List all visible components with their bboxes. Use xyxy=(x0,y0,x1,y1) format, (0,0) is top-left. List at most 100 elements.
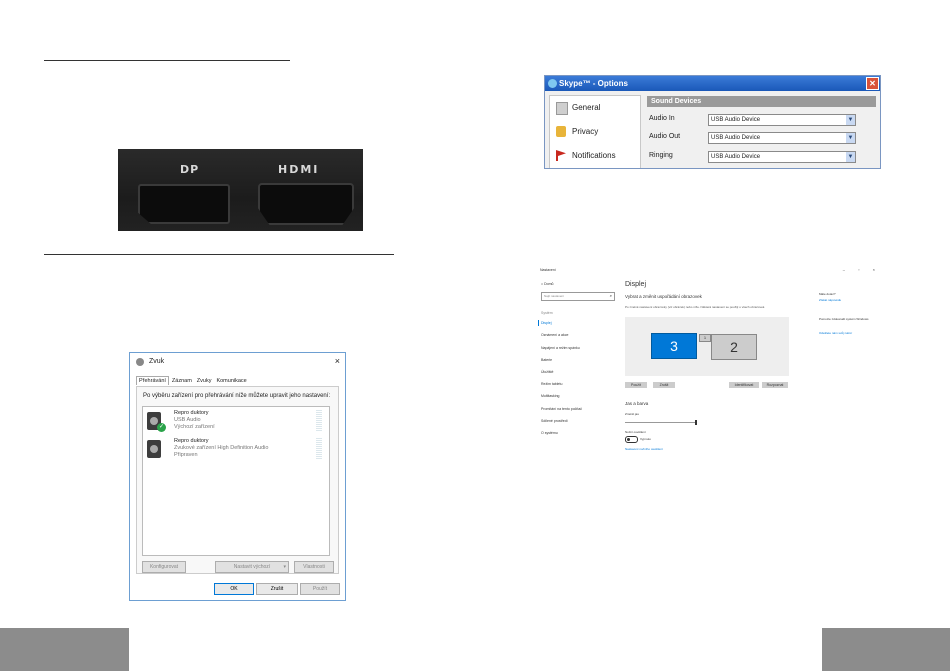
device-item[interactable]: ✓ Repro duktory USB Audio Výchozí zaříze… xyxy=(147,410,322,436)
night-light-settings-link[interactable]: Nastavení nočního osvětlení xyxy=(625,447,663,451)
display-1[interactable]: 1 xyxy=(699,334,711,342)
night-light-label: Noční osvětlení xyxy=(625,430,646,434)
sound-dialog: Zvuk × Přehrávání Záznam Zvuky Komunikace P… xyxy=(129,352,346,601)
apply-button[interactable]: Použít xyxy=(300,583,340,595)
sound-dialog-title-text: Zvuk xyxy=(149,358,165,365)
audio-out-select[interactable]: USB Audio Device ▼ xyxy=(708,132,856,144)
arrange-hint: Po změně nastavení obrazovky (viz obráze… xyxy=(625,305,766,309)
audio-out-label: Audio Out xyxy=(649,133,681,140)
aside-question: Máte dotaz? xyxy=(819,292,836,296)
skype-title-bar: Skype™ - Options ✕ xyxy=(545,76,880,91)
level-meter xyxy=(316,438,322,460)
nav-storage[interactable]: Úložiště xyxy=(541,370,553,374)
general-icon xyxy=(556,102,568,115)
toggle-knob xyxy=(627,438,630,441)
settings-search[interactable]: Najít nastavení ⌕ xyxy=(541,292,615,301)
playback-description: Po výběru zařízení pro přehrávání níže m… xyxy=(143,393,331,399)
device-name: Repro duktory xyxy=(174,438,209,444)
help-link[interactable]: Získat nápovědu xyxy=(819,298,841,302)
device-text: Repro duktory USB Audio Výchozí zařízení xyxy=(174,410,215,431)
ok-button[interactable]: OK xyxy=(214,583,254,595)
nav-privacy-label: Privacy xyxy=(572,127,599,136)
close-icon[interactable]: × xyxy=(335,356,340,366)
tab-communication[interactable]: Komunikace xyxy=(214,377,248,385)
chevron-down-icon: ▼ xyxy=(846,115,855,125)
system-group-label: Systém xyxy=(541,311,553,315)
playback-panel: Po výběru zařízení pro přehrávání níže m… xyxy=(136,386,339,574)
speaker-icon xyxy=(147,440,161,458)
nav-power[interactable]: Napájení a režim spánku xyxy=(541,346,580,350)
properties-button[interactable]: Vlastnosti xyxy=(294,561,334,573)
tab-sounds[interactable]: Zvuky xyxy=(195,377,214,385)
nav-projecting[interactable]: Promítání na tento počítač xyxy=(541,407,582,411)
device-type: Zvukové zařízení High Definition Audio xyxy=(174,445,269,451)
brightness-title: Jas a barva xyxy=(625,401,649,406)
configure-button[interactable]: Konfigurovat xyxy=(142,561,186,573)
nav-battery[interactable]: Baterie xyxy=(541,358,552,362)
display-settings-window: Nastavení – ▫ × ⌂ Domů Najít nastavení ⌕… xyxy=(533,261,887,461)
audio-in-select[interactable]: USB Audio Device ▼ xyxy=(708,114,856,126)
nav-active-marker xyxy=(538,320,539,326)
detect-button[interactable]: Rozpoznat xyxy=(762,382,788,388)
device-item[interactable]: Repro duktory Zvukové zařízení High Defi… xyxy=(147,438,322,464)
nav-display[interactable]: Displej xyxy=(541,321,552,325)
slider-thumb[interactable] xyxy=(695,420,697,425)
sound-devices-header: Sound Devices xyxy=(647,96,876,107)
level-meter xyxy=(316,410,322,432)
chevron-down-icon: ▼ xyxy=(846,133,855,143)
dp-port xyxy=(138,184,230,224)
lock-icon xyxy=(556,126,566,137)
device-status: Výchozí zařízení xyxy=(174,424,215,430)
chevron-down-icon: ▾ xyxy=(283,564,286,570)
cancel-button[interactable]: Zrušit xyxy=(653,382,675,388)
search-icon: ⌕ xyxy=(609,293,612,298)
nav-notifications[interactable]: Notifications xyxy=(550,144,640,168)
nav-privacy[interactable]: Privacy xyxy=(550,120,640,144)
home-label: Domů xyxy=(544,282,554,286)
nav-notifications[interactable]: Oznámení a akce xyxy=(541,333,568,337)
nav-shared[interactable]: Sdílené prostředí xyxy=(541,419,568,423)
window-controls: – ▫ × xyxy=(842,267,881,272)
flag-icon xyxy=(556,150,566,161)
tab-playback[interactable]: Přehrávání xyxy=(136,376,169,385)
audio-out-value: USB Audio Device xyxy=(711,135,761,141)
identify-button[interactable]: Identifikovat xyxy=(729,382,759,388)
apply-button[interactable]: Použít xyxy=(625,382,647,388)
display-arrangement: 3 1 2 xyxy=(625,317,789,376)
ringing-select[interactable]: USB Audio Device ▼ xyxy=(708,151,856,163)
ringing-label: Ringing xyxy=(649,152,673,159)
skype-logo-icon xyxy=(548,79,557,88)
nav-general-label: General xyxy=(572,103,601,112)
nav-general[interactable]: General xyxy=(550,96,640,120)
page-title: Displej xyxy=(625,281,647,288)
device-text: Repro duktory Zvukové zařízení High Defi… xyxy=(174,438,268,459)
dp-label: DP xyxy=(180,163,200,176)
display-2[interactable]: 2 xyxy=(711,334,757,360)
hdmi-port xyxy=(258,183,354,225)
night-light-toggle[interactable] xyxy=(625,436,638,443)
settings-window-title: Nastavení xyxy=(540,268,556,272)
tab-recording[interactable]: Záznam xyxy=(170,377,194,385)
brightness-slider[interactable] xyxy=(625,420,697,425)
close-icon[interactable]: ✕ xyxy=(866,77,879,90)
set-default-button[interactable]: Nastavit výchozí ▾ xyxy=(215,561,289,573)
nav-about[interactable]: O systému xyxy=(541,431,558,435)
hdmi-label: HDMI xyxy=(278,163,320,176)
audio-in-value: USB Audio Device xyxy=(711,117,761,123)
home-link[interactable]: ⌂ Domů xyxy=(541,282,553,286)
speaker-icon xyxy=(136,358,144,366)
check-icon: ✓ xyxy=(157,423,166,432)
device-status: Připraven xyxy=(174,452,198,458)
brightness-label: Změnit jas xyxy=(625,412,639,416)
nav-multitasking[interactable]: Multitasking xyxy=(541,394,559,398)
feedback-link[interactable]: Odešlete nám svůj názor xyxy=(819,331,852,335)
set-default-label: Nastavit výchozí xyxy=(233,564,271,570)
cancel-button[interactable]: Zrušit xyxy=(256,583,298,595)
nav-tablet[interactable]: Režim tabletu xyxy=(541,382,562,386)
nav-notifications-label: Notifications xyxy=(572,151,616,160)
display-3[interactable]: 3 xyxy=(651,333,697,359)
device-type: USB Audio xyxy=(174,417,201,423)
skype-title: Skype™ - Options xyxy=(559,79,628,88)
sound-dialog-title: Zvuk xyxy=(130,353,345,370)
skype-nav: General Privacy Notifications xyxy=(549,95,641,168)
